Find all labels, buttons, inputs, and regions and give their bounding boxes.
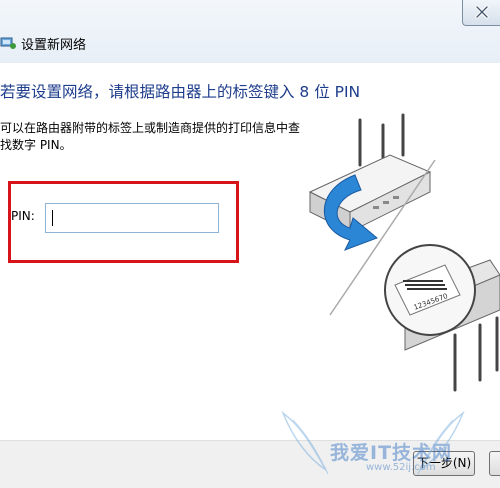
watermark: 我爱IT技术网 www.52ij.com xyxy=(278,408,468,484)
text-caret xyxy=(52,210,53,226)
close-icon xyxy=(475,5,489,19)
cancel-button[interactable] xyxy=(489,451,500,476)
router-illustration: 12345670 xyxy=(308,113,500,392)
title-bar: 设置新网络 xyxy=(0,0,500,63)
pin-label: PIN: xyxy=(11,209,35,223)
watermark-url: www.52ij.com xyxy=(366,462,436,473)
instruction-text: 可以在路由器附带的标签上或制造商提供的打印信息中查找数字 PIN。 xyxy=(0,121,301,152)
page-heading: 若要设置网络，请根据路由器上的标签键入 8 位 PIN xyxy=(0,83,361,101)
network-setup-icon xyxy=(0,37,16,49)
pin-input[interactable] xyxy=(45,203,219,233)
window-title: 设置新网络 xyxy=(21,38,87,53)
close-button[interactable] xyxy=(462,0,500,26)
label-magnifier: 12345670 xyxy=(384,244,476,336)
watermark-text: 我爱IT技术网 xyxy=(330,442,453,464)
